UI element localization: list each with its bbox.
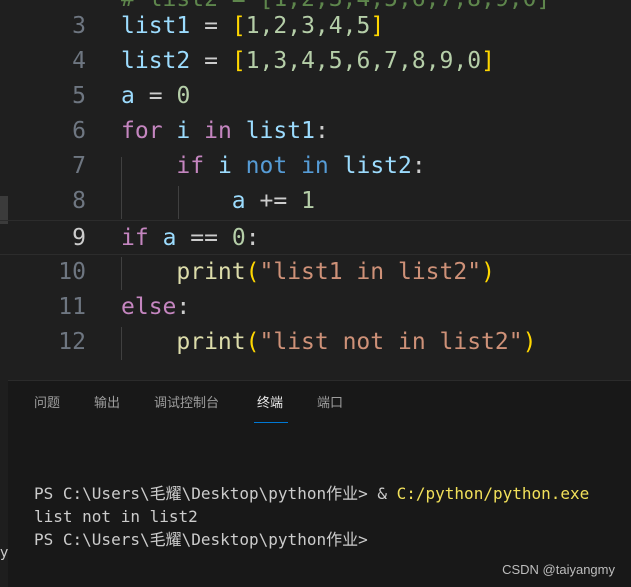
- token-keyword: if: [176, 153, 205, 179]
- token-operator: =: [148, 83, 163, 109]
- line-number: 7: [72, 153, 86, 179]
- line-number: 12: [58, 329, 86, 355]
- terminal-prompt: PS C:\Users\毛耀\Desktop\python作业>: [34, 530, 378, 549]
- token-variable: i: [217, 153, 232, 179]
- watermark: CSDN @taiyangmy: [502, 562, 615, 577]
- token-number: 0: [231, 225, 246, 251]
- code-line[interactable]: 3 list1 = [1,2,3,4,5]: [0, 9, 631, 44]
- tab-output[interactable]: 输出: [94, 396, 120, 412]
- token-variable: list2: [342, 153, 412, 179]
- terminal-output-text: list not in list2: [34, 507, 198, 526]
- tab-debug-console[interactable]: 调试控制台: [154, 396, 219, 412]
- terminal-prompt: PS C:\Users\毛耀\Desktop\python作业> &: [34, 484, 397, 503]
- bottom-panel: 问题 输出 调试控制台 终端 端口 PS C:\Users\毛耀\Desktop…: [8, 380, 631, 587]
- code-line-text: list1 = [1,2,3,4,5]: [121, 13, 385, 39]
- token-operator: ==: [190, 225, 218, 251]
- code-line[interactable]: 11 else:: [0, 290, 631, 325]
- token-keyword: in: [204, 118, 232, 144]
- token-string: "list1 in list2": [259, 259, 482, 285]
- line-number: 5: [72, 83, 86, 109]
- code-line-text: print("list1 in list2"): [176, 259, 495, 285]
- token-number-list: 1,3,4,5,6,7,8,9,0: [245, 48, 482, 74]
- code-line[interactable]: 7 if i not in list2:: [0, 149, 631, 184]
- panel-tabs: 问题 输出 调试控制台 终端 端口: [8, 381, 631, 425]
- token-colon: :: [411, 153, 426, 179]
- token-colon: :: [245, 225, 260, 251]
- code-line-text: else:: [121, 290, 190, 325]
- token-keyword: in: [301, 153, 329, 179]
- terminal-line: PS C:\Users\毛耀\Desktop\python作业>: [34, 528, 589, 551]
- code-line-text: for i in list1:: [121, 114, 329, 149]
- token-variable: i: [176, 118, 191, 144]
- code-line[interactable]: 12 print("list not in list2"): [0, 325, 631, 360]
- token-variable: list1: [121, 13, 191, 39]
- line-number: 8: [72, 188, 86, 214]
- token-number-list: 1,2,3,4,5: [245, 13, 371, 39]
- clipped-sidebar-text: y: [0, 545, 8, 561]
- line-number: 4: [72, 48, 86, 74]
- vscode-window: # list2 = [1,2,3,4,5,6,7,8,9,0] 3 list1 …: [0, 0, 631, 587]
- terminal-exe-path: C:/python/python.exe: [396, 484, 590, 503]
- token-string: "list not in list2": [259, 329, 523, 355]
- token-number: 0: [176, 83, 191, 109]
- code-line[interactable]: 8 a += 1: [0, 184, 631, 219]
- token-number: 1: [301, 188, 315, 214]
- token-operator: =: [204, 13, 218, 39]
- terminal-line: PS C:\Users\毛耀\Desktop\python作业> & C:/py…: [34, 482, 589, 505]
- terminal-line: list not in list2: [34, 505, 589, 528]
- code-line[interactable]: 6 for i in list1:: [0, 114, 631, 149]
- code-editor[interactable]: # list2 = [1,2,3,4,5,6,7,8,9,0] 3 list1 …: [0, 0, 631, 380]
- code-line[interactable]: 10 print("list1 in list2"): [0, 255, 631, 290]
- line-number: 6: [72, 118, 86, 144]
- token-variable: list2: [121, 48, 191, 74]
- token-variable: a: [162, 225, 177, 251]
- token-keyword: if: [121, 225, 149, 251]
- line-number: 10: [58, 259, 86, 285]
- token-keyword: for: [121, 118, 163, 144]
- token-variable: a: [231, 188, 246, 214]
- tab-problems[interactable]: 问题: [34, 396, 60, 412]
- line-number: 3: [72, 13, 86, 39]
- code-line-text: print("list not in list2"): [176, 329, 537, 355]
- code-line-current[interactable]: 9 if a == 0:: [0, 220, 631, 255]
- tab-terminal[interactable]: 终端: [257, 396, 283, 412]
- terminal-output[interactable]: PS C:\Users\毛耀\Desktop\python作业> & C:/py…: [34, 482, 589, 551]
- token-variable: list1: [245, 118, 315, 144]
- code-line[interactable]: 5 a = 0: [0, 79, 631, 114]
- code-line-text: a = 0: [121, 79, 190, 114]
- token-colon: :: [314, 118, 329, 144]
- code-line-text: list2 = [1,3,4,5,6,7,8,9,0]: [121, 48, 495, 74]
- token-variable: a: [121, 83, 135, 109]
- token-operator: +=: [259, 188, 288, 214]
- token-colon: :: [176, 294, 191, 320]
- token-keyword: else: [121, 294, 177, 320]
- code-line[interactable]: 4 list2 = [1,3,4,5,6,7,8,9,0]: [0, 44, 631, 79]
- line-number: 11: [58, 294, 86, 320]
- token-function: print: [176, 259, 246, 285]
- line-number: 9: [72, 225, 86, 251]
- token-operator: =: [204, 48, 218, 74]
- token-keyword: not: [245, 153, 288, 179]
- code-line-text: if a == 0:: [121, 221, 260, 256]
- token-function: print: [176, 329, 246, 355]
- code-line-text: if i not in list2:: [121, 149, 426, 184]
- code-line-text: a += 1: [121, 184, 315, 219]
- tab-ports[interactable]: 端口: [317, 396, 343, 412]
- active-tab-indicator: [254, 422, 288, 423]
